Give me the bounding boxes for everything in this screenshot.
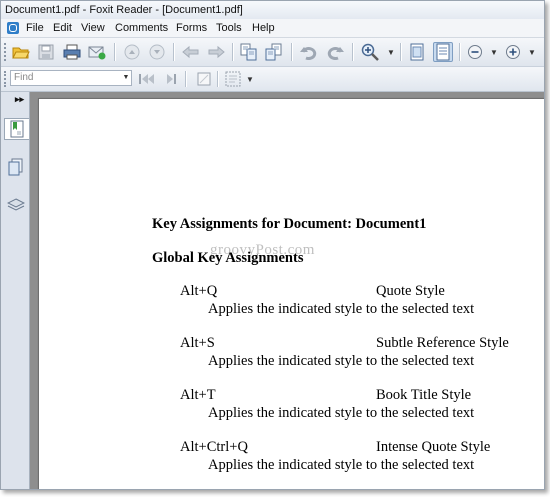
pages-icon[interactable] <box>6 156 26 178</box>
toolbar-separator <box>352 43 354 61</box>
zoom-out-icon[interactable] <box>465 42 485 62</box>
snapshot-icon[interactable] <box>194 69 214 89</box>
find-next-icon[interactable] <box>158 69 178 89</box>
assignment-keys: Alt+T <box>180 387 216 403</box>
assignment-style: Subtle Reference Style <box>376 335 509 351</box>
insert-page-icon[interactable] <box>264 42 284 62</box>
find-dropdown-caret[interactable]: ▼ <box>122 71 130 85</box>
toolbar-grip[interactable] <box>4 43 9 61</box>
forward-icon[interactable] <box>206 42 226 62</box>
zoom-in-dropdown[interactable]: ▼ <box>528 42 536 62</box>
toolbar-separator <box>217 71 219 87</box>
assignment-keys: Alt+Q <box>180 283 218 299</box>
fit-width-icon[interactable] <box>407 42 427 62</box>
assignment-style: Book Title Style <box>376 387 472 403</box>
document-title: Key Assignments for Document: Document1 <box>152 216 427 232</box>
assignment-description: Applies the indicated style to the selec… <box>208 353 475 369</box>
app-window: Document1.pdf - Foxit Reader - [Document… <box>0 0 545 490</box>
find-previous-icon[interactable] <box>137 69 157 89</box>
toolbar-grip[interactable] <box>4 71 9 87</box>
assignment-style: Quote Style <box>376 283 445 299</box>
assignment-style: Intense Quote Style <box>376 439 491 455</box>
app-menu-icon[interactable] <box>7 22 19 34</box>
find-placeholder: Find <box>14 72 34 83</box>
toolbar-separator <box>232 43 234 61</box>
collapse-sidebar-icon[interactable]: ▸▸ <box>15 94 24 105</box>
bookmarks-icon[interactable] <box>4 118 29 140</box>
zoom-in-icon[interactable] <box>503 42 523 62</box>
section-heading: Global Key Assignments <box>152 250 304 266</box>
menu-forms[interactable]: Forms <box>176 19 207 37</box>
main-toolbar: ▼ ▼ ▼ <box>1 38 544 67</box>
toolbar-separator <box>291 43 293 61</box>
previous-page-icon[interactable] <box>122 42 142 62</box>
menu-tools[interactable]: Tools <box>216 19 242 37</box>
assignment-keys: Alt+Ctrl+Q <box>180 439 248 455</box>
zoom-level-dropdown[interactable]: ▼ <box>490 42 498 62</box>
extract-page-icon[interactable] <box>239 42 259 62</box>
layers-icon[interactable] <box>6 194 26 216</box>
pdf-page: groovyPost.com Key Assignments for Docum… <box>38 98 544 489</box>
toolbar-separator <box>173 43 175 61</box>
open-folder-icon[interactable] <box>11 42 31 62</box>
back-icon[interactable] <box>181 42 201 62</box>
assignment-keys: Alt+S <box>180 335 215 351</box>
next-page-icon[interactable] <box>147 42 167 62</box>
zoom-in-tool-icon[interactable] <box>360 42 380 62</box>
assignment-description: Applies the indicated style to the selec… <box>208 301 475 317</box>
toolbar-separator <box>459 43 461 61</box>
redo-icon[interactable] <box>325 42 345 62</box>
assignment-description: Applies the indicated style to the selec… <box>208 457 475 473</box>
title-bar: Document1.pdf - Foxit Reader - [Document… <box>1 1 544 19</box>
toolbar-separator <box>185 71 187 87</box>
toolbar-separator <box>400 43 402 61</box>
menu-comments[interactable]: Comments <box>115 19 168 37</box>
text-select-icon[interactable] <box>223 69 243 89</box>
window-title: Document1.pdf - Foxit Reader - [Document… <box>5 4 243 16</box>
find-toolbar: Find ▼ ▼ <box>1 67 544 92</box>
menu-edit[interactable]: Edit <box>53 19 72 37</box>
menu-view[interactable]: View <box>81 19 105 37</box>
menu-help[interactable]: Help <box>252 19 275 37</box>
zoom-tool-dropdown[interactable]: ▼ <box>387 42 395 62</box>
undo-icon[interactable] <box>299 42 319 62</box>
email-icon[interactable] <box>87 42 107 62</box>
toolbar-separator <box>114 43 116 61</box>
menu-bar: File Edit View Comments Forms Tools Help <box>1 19 544 38</box>
fit-page-icon[interactable] <box>433 42 453 62</box>
find-input[interactable]: Find ▼ <box>10 70 132 86</box>
document-viewer[interactable]: groovyPost.com Key Assignments for Docum… <box>30 92 544 489</box>
navigation-sidebar: ▸▸ <box>1 92 30 489</box>
select-tool-dropdown[interactable]: ▼ <box>246 69 254 89</box>
print-icon[interactable] <box>62 42 82 62</box>
save-icon[interactable] <box>36 42 56 62</box>
assignment-description: Applies the indicated style to the selec… <box>208 405 475 421</box>
menu-file[interactable]: File <box>26 19 44 37</box>
